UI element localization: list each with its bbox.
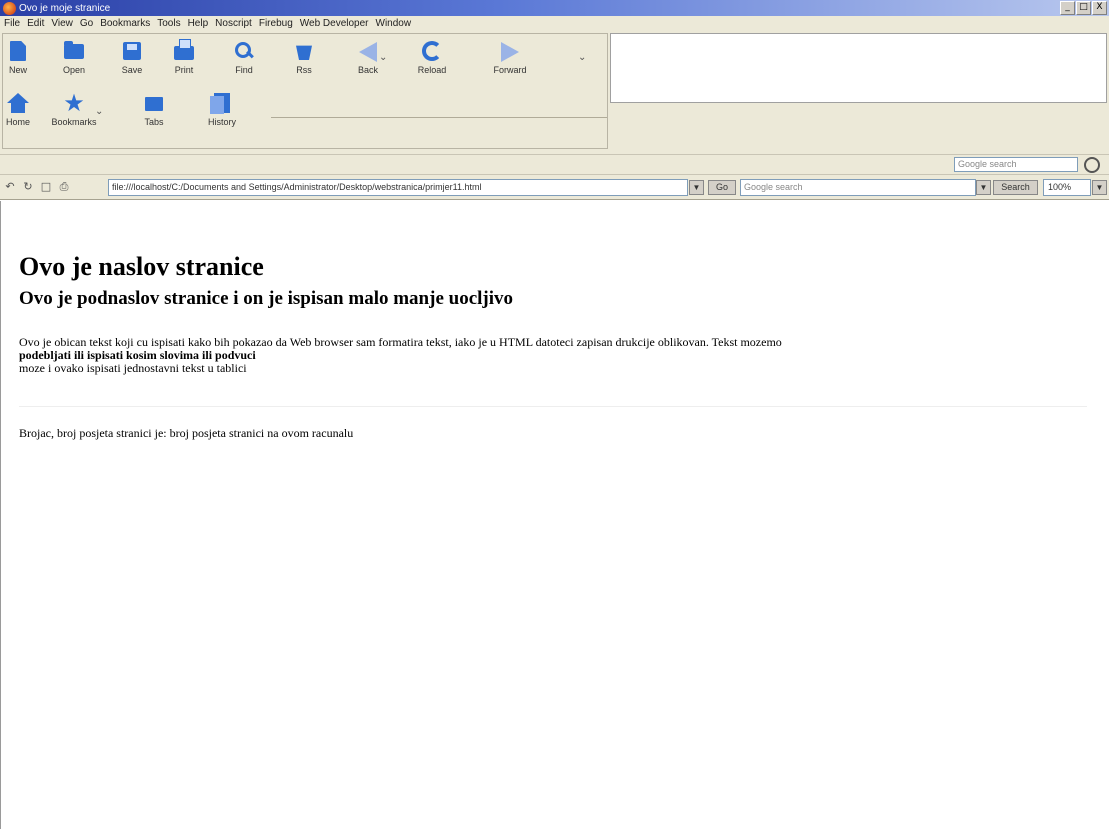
back-button[interactable]: Back xyxy=(339,34,397,86)
print-small-icon[interactable]: ⎙ xyxy=(58,181,70,193)
address-bar-row: ↶ ↻ □ ⎙ file:///localhost/C:/Documents a… xyxy=(0,174,1109,200)
paragraph-line-3: moze i ovako ispisati jednostavni tekst … xyxy=(19,361,247,375)
url-dropdown-icon[interactable]: ▼ xyxy=(689,180,704,195)
star-icon: ★ xyxy=(63,89,85,117)
window-title: Ovo je moje stranice xyxy=(19,2,111,14)
search-engine-dropdown-icon[interactable]: ▼ xyxy=(976,180,991,195)
page-subheading: Ovo je podnaslov stranice i on je ispisa… xyxy=(19,288,514,309)
bookmarks-dropdown-icon[interactable]: ⌄ xyxy=(95,106,103,117)
close-button[interactable]: X xyxy=(1092,1,1107,15)
go-button[interactable]: Go xyxy=(708,180,736,195)
reload-button[interactable]: Reload xyxy=(403,34,461,86)
open-button[interactable]: Open xyxy=(45,34,103,86)
google-search-bar: Google search xyxy=(0,154,1109,174)
rss-icon xyxy=(293,40,315,62)
url-input[interactable]: file:///localhost/C:/Documents and Setti… xyxy=(108,179,688,196)
toolbar-divider xyxy=(271,117,607,118)
rss-button[interactable]: Rss xyxy=(275,34,333,86)
find-button[interactable]: Find xyxy=(215,34,273,86)
reload-small-icon[interactable]: ↻ xyxy=(22,181,34,193)
folder-icon xyxy=(63,40,85,62)
back-dropdown-icon[interactable]: ⌄ xyxy=(379,52,387,63)
zoom-select[interactable]: 100% xyxy=(1043,179,1091,196)
new-label: New xyxy=(8,65,27,75)
page-small-icon[interactable]: □ xyxy=(40,181,52,193)
save-label: Save xyxy=(121,65,143,75)
menu-view[interactable]: View xyxy=(51,18,73,29)
search-button[interactable]: Search xyxy=(993,180,1038,195)
minimize-button[interactable]: _ xyxy=(1060,1,1075,15)
find-label: Find xyxy=(235,65,253,75)
printer-icon xyxy=(173,39,195,62)
reload-label: Reload xyxy=(417,65,447,75)
toolbar-area: New Open Save Print Find Rss Back ⌄ Relo… xyxy=(0,31,1109,154)
history-button[interactable]: History xyxy=(193,86,251,138)
tabs-label: Tabs xyxy=(144,117,164,127)
save-button[interactable]: Save xyxy=(103,34,161,86)
back-arrow-icon xyxy=(357,40,379,62)
open-label: Open xyxy=(62,65,86,75)
google-search-input[interactable]: Google search xyxy=(954,157,1078,172)
history-label: History xyxy=(207,117,236,127)
menu-noscript[interactable]: Noscript xyxy=(215,18,252,29)
visit-counter-text: Brojac, broj posjeta stranici je: broj p… xyxy=(19,426,354,440)
new-page-icon xyxy=(7,40,29,62)
menu-bar: File Edit View Go Bookmarks Tools Help N… xyxy=(0,16,1109,31)
forward-button[interactable]: Forward xyxy=(481,34,539,86)
page-content: Ovo je naslov stranice Ovo je podnaslov … xyxy=(0,201,1109,829)
forward-label: Forward xyxy=(493,65,527,75)
maximize-button[interactable]: □ xyxy=(1076,1,1091,15)
menu-web-developer[interactable]: Web Developer xyxy=(300,18,369,29)
horizontal-rule xyxy=(19,406,1087,407)
menu-go[interactable]: Go xyxy=(80,18,93,29)
forward-arrow-icon xyxy=(499,40,521,62)
page-heading: Ovo je naslov stranice xyxy=(19,252,264,281)
menu-window[interactable]: Window xyxy=(376,18,412,29)
menu-edit[interactable]: Edit xyxy=(27,18,44,29)
back-small-icon[interactable]: ↶ xyxy=(4,181,16,193)
save-icon xyxy=(121,40,143,62)
home-icon xyxy=(7,92,29,114)
print-button[interactable]: Print xyxy=(155,34,213,86)
tabs-button[interactable]: Tabs xyxy=(125,86,183,138)
back-label: Back xyxy=(357,65,378,75)
print-label: Print xyxy=(174,65,194,75)
menu-tools[interactable]: Tools xyxy=(157,18,180,29)
search-icon xyxy=(233,40,255,62)
window-controls: _ □ X xyxy=(1060,1,1107,15)
reload-icon xyxy=(421,40,443,62)
zoom-dropdown-icon[interactable]: ▼ xyxy=(1092,180,1107,195)
home-button[interactable]: Home xyxy=(0,86,47,138)
bookmarks-label: Bookmarks xyxy=(51,117,97,127)
forward-dropdown-icon[interactable]: ⌄ xyxy=(578,52,586,63)
title-bar: Ovo je moje stranice _ □ X xyxy=(0,0,1109,16)
firefox-icon xyxy=(3,1,16,15)
page-paragraph: Ovo je obican tekst koji cu ispisati kak… xyxy=(19,336,1029,375)
menu-bookmarks[interactable]: Bookmarks xyxy=(100,18,150,29)
rss-label: Rss xyxy=(296,65,312,75)
search-input[interactable]: Google search xyxy=(740,179,976,196)
search-go-icon[interactable] xyxy=(1084,157,1100,173)
tabs-icon xyxy=(143,92,165,114)
navigation-toolbar: New Open Save Print Find Rss Back ⌄ Relo… xyxy=(2,33,608,149)
menu-firebug[interactable]: Firebug xyxy=(259,18,293,29)
menu-help[interactable]: Help xyxy=(188,18,209,29)
home-label: Home xyxy=(5,117,30,127)
menu-file[interactable]: File xyxy=(4,18,20,29)
toolbar-blank-area xyxy=(610,33,1107,103)
new-button[interactable]: New xyxy=(0,34,47,86)
history-icon xyxy=(210,92,233,114)
